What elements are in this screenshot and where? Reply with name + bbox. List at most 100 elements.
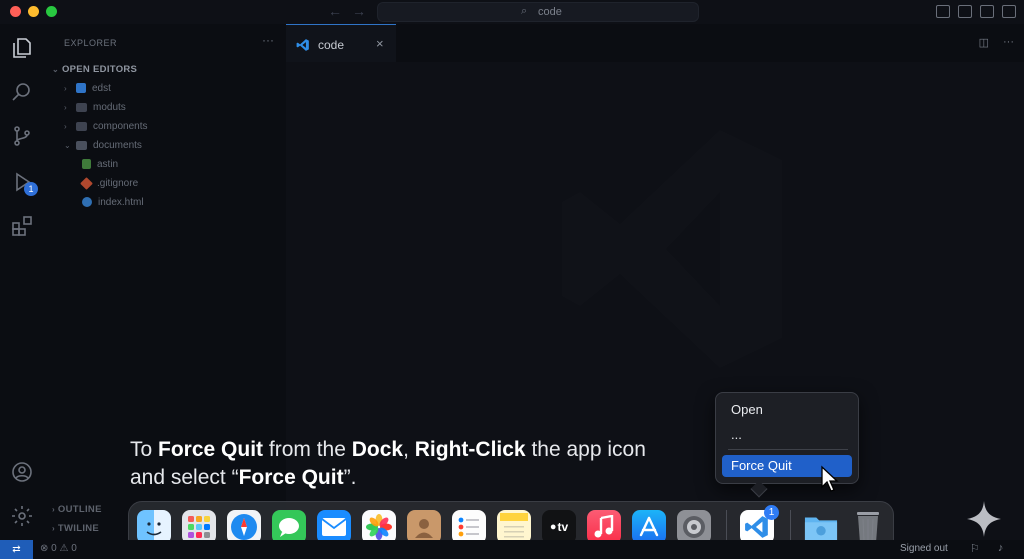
finder-icon (146, 522, 162, 536)
explorer-icon[interactable] (10, 36, 34, 60)
dock-app-system-settings[interactable] (677, 510, 711, 544)
chevron-down-icon: ⌄ (52, 65, 60, 74)
sparkle-icon (966, 500, 1002, 543)
menu-item-open[interactable]: Open (722, 399, 852, 421)
problems-indicator[interactable]: ⊗ 0 ⚠ 0 (40, 543, 77, 554)
dock-trash[interactable] (851, 510, 885, 544)
trash-can-icon (857, 512, 879, 543)
extensions-icon[interactable] (10, 214, 34, 238)
outline-section[interactable]: › OUTLINE (52, 504, 102, 515)
tree-item-label: moduts (93, 101, 126, 113)
tree-item[interactable]: › moduts (64, 98, 126, 116)
folder-icon (76, 121, 87, 131)
notifications-bell-icon[interactable]: ♪ (998, 542, 1004, 555)
more-actions-icon[interactable]: ··· (1003, 36, 1014, 49)
toggle-primary-sidebar-icon[interactable] (936, 5, 950, 18)
app-store-icon (639, 516, 659, 537)
dock-app-launchpad[interactable] (182, 510, 216, 544)
command-center-search[interactable]: ⌕ code (377, 2, 699, 22)
caption-text: from the (263, 438, 352, 461)
chevron-down-icon: ⌄ (64, 140, 71, 150)
launchpad-icon (188, 516, 210, 538)
menu-item-more[interactable]: ... (722, 424, 852, 446)
caption-emphasis: Right-Click (414, 438, 526, 461)
forward-arrow-icon[interactable]: → (352, 3, 366, 19)
account-icon[interactable] (10, 460, 34, 484)
toggle-secondary-sidebar-icon[interactable] (980, 5, 994, 18)
dock-app-reminders[interactable] (452, 510, 486, 544)
vscode-file-icon (76, 83, 86, 93)
minimize-window-button[interactable] (28, 6, 39, 17)
dock-app-photos[interactable] (362, 510, 396, 544)
title-bar: ← → ⌕ code (0, 0, 1024, 24)
dock-app-safari[interactable] (227, 510, 261, 544)
dock-downloads-folder[interactable] (804, 510, 838, 544)
run-debug-icon[interactable]: 1 (10, 170, 38, 196)
vscode-logo-icon (296, 38, 310, 57)
timeline-section[interactable]: › TWILINE (52, 523, 99, 534)
tab-code[interactable]: code × (286, 24, 396, 62)
chevron-right-icon: › (64, 102, 67, 112)
warning-icon: ⚠ (59, 543, 69, 554)
maximize-window-button[interactable] (46, 6, 57, 17)
status-right-icons: ⚐ ♪ (970, 542, 1003, 555)
editor-tab-bar: code × ◫ ··· (286, 24, 1024, 62)
run-badge: 1 (24, 182, 38, 196)
customize-layout-icon[interactable] (1002, 5, 1016, 18)
settings-gear-icon[interactable] (10, 504, 34, 528)
contacts-person-icon (415, 519, 433, 538)
folder-icon (76, 102, 87, 112)
close-window-button[interactable] (10, 6, 21, 17)
mail-envelope-icon (321, 518, 347, 536)
account-status[interactable]: Signed out (900, 543, 948, 554)
open-editors-heading: OPEN EDITORS (61, 64, 138, 75)
split-editor-icon[interactable]: ◫ (979, 36, 989, 49)
dock-app-tv[interactable]: ● tv (542, 510, 576, 544)
tree-item-label: documents (93, 139, 142, 151)
caption-text: , (403, 438, 415, 461)
tree-item[interactable]: › edst (64, 79, 111, 97)
toggle-panel-icon[interactable] (958, 5, 972, 18)
dock-app-mail[interactable] (317, 510, 351, 544)
caption-text: ”. (343, 466, 357, 489)
tree-item[interactable]: › components (64, 117, 147, 135)
mouse-cursor-icon (820, 465, 840, 498)
music-note-icon (594, 515, 614, 538)
chevron-right-icon: › (64, 121, 67, 131)
activity-bar: 1 (0, 24, 44, 540)
safari-compass-icon (231, 514, 257, 540)
open-editors-section[interactable]: ⌄ OPEN EDITORS (52, 64, 137, 75)
tree-item[interactable]: index.html (82, 193, 144, 211)
dock-app-contacts[interactable] (407, 510, 441, 544)
dock-app-notes[interactable] (497, 510, 531, 544)
tree-item[interactable]: astin (82, 155, 118, 173)
source-control-icon[interactable] (10, 124, 34, 148)
dock-app-music[interactable] (587, 510, 621, 544)
tree-item-label: index.html (98, 196, 144, 208)
remote-indicator[interactable]: ⇄ (0, 540, 33, 559)
dock-app-messages[interactable] (272, 510, 306, 544)
caption-text: To (130, 438, 159, 461)
apple-logo-icon: ● (549, 521, 557, 533)
back-arrow-icon[interactable]: ← (328, 3, 342, 19)
caption-emphasis: Force Quit (158, 438, 264, 461)
dock-app-app-store[interactable] (632, 510, 666, 544)
outline-heading: OUTLINE (57, 504, 102, 515)
vscode-watermark-logo (290, 62, 1024, 467)
dock-app-finder[interactable] (137, 510, 171, 544)
search-icon[interactable] (10, 80, 34, 104)
tree-item-label: astin (97, 158, 119, 170)
sidebar-title: EXPLORER (64, 38, 118, 48)
status-bar: ⇄ ⊗ 0 ⚠ 0 Signed out ⚐ ♪ (0, 540, 1024, 559)
messages-bubble-icon (279, 518, 299, 537)
close-tab-icon[interactable]: × (376, 36, 384, 51)
error-count: 0 (51, 543, 57, 554)
tree-item[interactable]: ⌄ documents (64, 136, 142, 154)
tree-item[interactable]: .gitignore (80, 174, 138, 192)
feedback-icon[interactable]: ⚐ (970, 542, 980, 555)
git-file-icon (80, 176, 93, 190)
caption-emphasis: Dock (351, 438, 404, 461)
search-icon: ⌕ (521, 5, 528, 17)
more-actions-icon[interactable]: ··· (262, 33, 274, 47)
dock-app-vscode[interactable]: 1 (740, 505, 779, 544)
